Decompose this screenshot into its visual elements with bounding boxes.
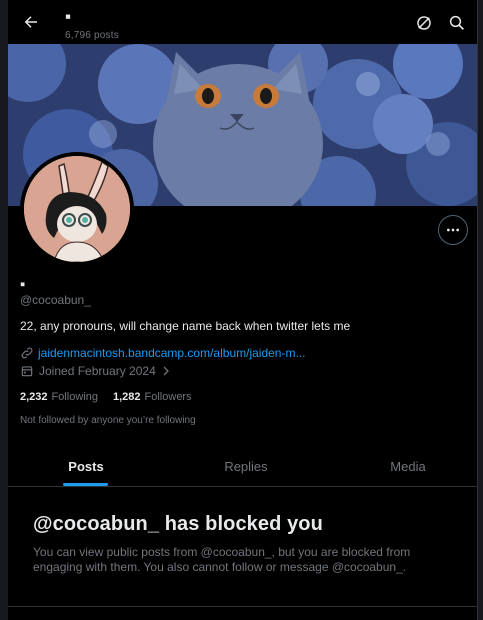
scrollbar[interactable] [477, 0, 483, 620]
search-icon [449, 15, 464, 30]
blocked-title: @cocoabun_ has blocked you [33, 513, 323, 535]
profile-header: ▪ 6,796 posts [8, 0, 477, 44]
following-count[interactable]: 2,232 [20, 391, 48, 403]
avatar-image [24, 156, 130, 262]
mutual-followers-note: Not followed by anyone you’re following [20, 415, 196, 426]
link-icon [21, 347, 33, 359]
join-date[interactable]: Joined February 2024 [20, 364, 172, 378]
chevron-right-icon [163, 366, 169, 376]
website-link[interactable]: jaidenmacintosh.bandcamp.com/album/jaide… [38, 346, 305, 360]
profile-bio: 22, any pronouns, will change name back … [20, 319, 351, 333]
arrow-left-icon [24, 16, 37, 28]
divider [8, 606, 477, 607]
more-icon [447, 228, 459, 232]
refresh-button[interactable] [412, 11, 436, 35]
display-name: ▪ [20, 276, 26, 293]
tab-posts[interactable]: Posts [36, 446, 136, 486]
follow-stats: 2,232 Following 1,282 Followers [20, 391, 207, 403]
page-title: ▪ [65, 7, 72, 26]
profile-tabs: Posts Replies Media [8, 446, 477, 487]
active-tab-indicator [63, 483, 108, 486]
search-button[interactable] [445, 11, 469, 35]
calendar-icon [21, 366, 33, 377]
join-date-text: Joined February 2024 [39, 364, 156, 378]
more-options-button[interactable] [438, 215, 468, 245]
tab-media[interactable]: Media [358, 446, 458, 486]
following-label[interactable]: Following [52, 391, 98, 403]
blocked-description: You can view public posts from @cocoabun… [33, 545, 411, 574]
window-frame-left [0, 0, 8, 620]
refresh-icon [417, 16, 431, 30]
post-count: 6,796 posts [65, 30, 119, 41]
back-button[interactable] [18, 9, 44, 35]
avatar[interactable] [20, 152, 134, 266]
followers-count[interactable]: 1,282 [113, 391, 141, 403]
profile-website: jaidenmacintosh.bandcamp.com/album/jaide… [20, 346, 305, 360]
tab-replies[interactable]: Replies [196, 446, 296, 486]
username-handle: @cocoabun_ [20, 293, 91, 307]
followers-label[interactable]: Followers [145, 391, 192, 403]
